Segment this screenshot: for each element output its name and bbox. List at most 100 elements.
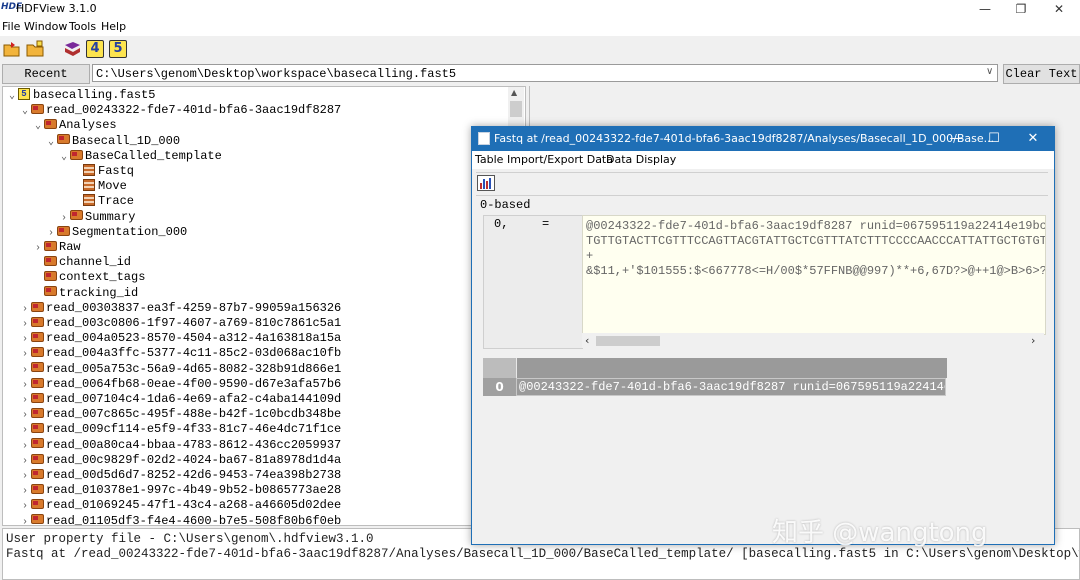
cell-value-textarea[interactable]: @00243322-fde7-401d-bfa6-3aac19df8287 ru… [582,215,1046,335]
tree-node[interactable]: ⌄ 5 basecalling.fast5 [6,87,155,104]
group-icon [57,225,70,236]
minimize-button[interactable]: — [967,0,1003,18]
tree-node[interactable]: › read_007c865c-495f-488e-b42f-1c0bcdb348… [19,407,341,422]
tree-node-label: read_010378e1-997c-4b49-9b52-b0865773ae2… [46,483,342,498]
tree-node[interactable]: Trace [71,194,134,209]
tree-node[interactable]: Fastq [71,163,134,179]
recent-files-button[interactable]: Recent Files [2,64,90,99]
chevron-down-icon[interactable]: ∨ [986,66,993,77]
table-icon [478,132,490,145]
expand-right-icon[interactable]: › [45,226,57,241]
tree-node[interactable]: context_tags [32,270,145,285]
menu-import-export[interactable]: Import/Export Data [507,153,613,166]
expand-down-icon[interactable]: ⌄ [6,89,18,104]
cell-index: 0, [494,217,509,231]
tree-node[interactable]: ⌄ read_00243322-fde7-401d-bfa6-3aac19df82… [19,103,341,118]
menu-tools[interactable]: Tools [69,20,96,33]
expand-right-icon[interactable]: › [19,469,31,484]
expand-right-icon[interactable]: › [32,241,44,256]
group-icon [31,362,44,373]
tree-scrollbar-thumb[interactable] [510,101,522,117]
expand-right-icon[interactable]: › [19,378,31,393]
users-guide-icon[interactable] [63,40,81,58]
tree-node[interactable]: ⌄ Analyses [32,118,117,133]
tree-node[interactable]: › read_003c0806-1f97-4607-a769-810c7861c5… [19,316,341,331]
tree-node[interactable]: › Raw [32,240,81,255]
scroll-up-icon[interactable]: ▲ [511,88,517,97]
cell-line: TGTTGTACTTCGTTTCCAGTTACGTATTGCTCGTTTATCT… [586,234,1046,248]
expand-right-icon[interactable]: › [19,317,31,332]
expand-right-icon[interactable]: › [19,408,31,423]
expand-right-icon[interactable]: › [19,454,31,469]
tree-node[interactable]: Move [71,179,127,194]
tree-node[interactable]: › read_005a753c-56a9-4d65-8082-328b91d866… [19,362,341,377]
minimize-button[interactable]: — [937,129,975,149]
menu-help[interactable]: Help [101,20,126,33]
menu-data-display[interactable]: Data Display [606,153,676,166]
scroll-right-icon[interactable]: › [1031,334,1035,347]
menu-file[interactable]: File [2,20,20,33]
horizontal-scrollbar-thumb[interactable] [596,336,660,346]
open-folder-icon[interactable] [3,40,21,58]
tree-node[interactable]: channel_id [32,255,131,270]
expand-right-icon[interactable]: › [19,499,31,514]
tree-node-label: read_009cf114-e5f9-4f33-81c7-46e4dc71f1c… [46,422,342,437]
expand-right-icon[interactable]: › [19,393,31,408]
expand-right-icon[interactable]: › [19,423,31,438]
expand-down-icon[interactable]: ⌄ [32,119,44,134]
table-row-header[interactable]: 0 [483,378,516,396]
restore-button[interactable]: ❐ [1003,0,1039,18]
expand-right-icon[interactable]: › [19,302,31,317]
menu-window[interactable]: Window [24,20,67,33]
tree-node[interactable]: › read_01069245-47f1-43c4-a268-a46605d02d… [19,498,341,513]
cell-line: + [586,249,594,263]
tree-node-label: read_00243322-fde7-401d-bfa6-3aac19df828… [46,103,342,118]
tree-node[interactable]: › read_01105df3-f4e4-4600-b7e5-508f80b6f0… [19,514,341,525]
tree-node[interactable]: ⌄ BaseCalled_template [58,149,222,164]
chart-icon[interactable] [477,175,495,191]
tree-node[interactable]: › read_010378e1-997c-4b49-9b52-b0865773ae… [19,483,341,498]
tree-node-label: read_007c865c-495f-488e-b42f-1c0bcdb348b… [46,407,342,422]
tree-node[interactable]: › read_009cf114-e5f9-4f33-81c7-46e4dc71f1… [19,422,341,437]
tree-node[interactable]: › read_00d5d6d7-8252-42d6-9453-74ea398b27… [19,468,341,483]
expand-down-icon[interactable]: ⌄ [45,135,57,150]
tree-node[interactable]: › read_00a80ca4-bbaa-4783-8612-436cc20599… [19,438,341,453]
maximize-button[interactable]: ☐ [975,129,1013,149]
close-button[interactable]: ✕ [1041,0,1077,18]
dataset-title-bar[interactable]: Fastq at /read_00243322-fde7-401d-bfa6-3… [472,127,1054,151]
tree-node[interactable]: › read_004a3ffc-5377-4c11-85c2-03d068ac10… [19,346,341,361]
file-path-input[interactable]: C:\Users\genom\Desktop\workspace\basecal… [92,64,998,82]
expand-right-icon[interactable]: › [19,347,31,362]
expand-right-icon[interactable]: › [19,515,31,525]
expand-down-icon[interactable]: ⌄ [19,104,31,119]
expand-right-icon[interactable]: › [19,484,31,499]
tree-node[interactable]: tracking_id [32,286,138,301]
table-corner [483,358,517,378]
menu-bar: File Window Tools Help [0,18,1080,36]
expand-right-icon[interactable]: › [19,332,31,347]
hdf4-icon[interactable]: 4 [86,40,104,58]
folder-icon[interactable] [26,40,44,58]
tree-node[interactable]: › read_007104c4-1da6-4e69-afa2-c4aba14410… [19,392,341,407]
expand-right-icon[interactable]: › [19,439,31,454]
tree-node[interactable]: › read_00c9829f-02d2-4024-ba67-81a8978d1d… [19,453,341,468]
close-button[interactable]: ✕ [1014,129,1052,149]
tree-node[interactable]: ⌄ Basecall_1D_000 [45,134,180,149]
cell-line: &$11,+'$101555:$<667778<=H/00$*57FFNB@@9… [586,264,1046,278]
tree-node[interactable]: › read_0064fb68-0eae-4f00-9590-d67e3afa57… [19,377,341,392]
expand-right-icon[interactable]: › [58,211,70,226]
table-cell-selected[interactable]: @00243322-fde7-401d-bfa6-3aac19df8287 ru… [516,378,946,396]
menu-table[interactable]: Table [475,153,503,166]
tree-node[interactable]: › Segmentation_000 [45,225,187,240]
tree-node[interactable]: › read_004a0523-8570-4504-a312-4a163818a1… [19,331,341,346]
tree-node[interactable]: › Summary [58,210,135,225]
group-icon [44,271,57,282]
expand-right-icon[interactable]: › [19,363,31,378]
expand-down-icon[interactable]: ⌄ [58,150,70,165]
group-icon [70,210,83,221]
clear-text-button[interactable]: Clear Text [1003,64,1080,84]
dataset-toolbar [476,172,1048,196]
scroll-left-icon[interactable]: ‹ [585,334,589,347]
hdf5-icon[interactable]: 5 [109,40,127,58]
tree-node[interactable]: › read_00303837-ea3f-4259-87b7-99059a1563… [19,301,341,316]
